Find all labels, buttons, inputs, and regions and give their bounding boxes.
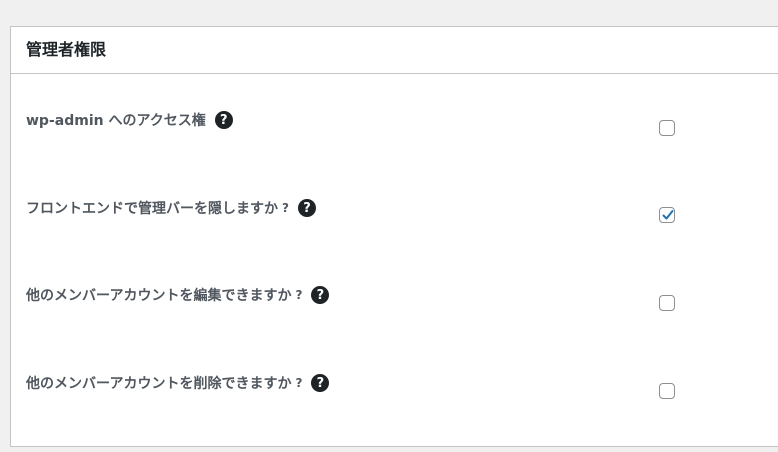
help-icon[interactable]: ? [297, 199, 316, 217]
delete-members-checkbox[interactable] [659, 383, 675, 399]
permission-row-wp-admin-access: wp-admin へのアクセス権 ? [11, 109, 778, 169]
question-mark: ? [295, 376, 303, 390]
hide-admin-bar-checkbox[interactable] [659, 207, 675, 223]
permission-label-group: 他のメンバーアカウントを編集できますか ? ? [26, 284, 330, 306]
checkmark-icon [662, 210, 674, 220]
help-icon[interactable]: ? [214, 111, 233, 129]
panel-header: 管理者権限 [11, 27, 778, 74]
permission-row-hide-admin-bar: フロントエンドで管理バーを隠しますか ? ? [11, 197, 778, 257]
permission-label-group: wp-admin へのアクセス権 ? [26, 109, 233, 131]
permission-label: フロントエンドで管理バーを隠しますか [26, 201, 278, 217]
permission-row-delete-members: 他のメンバーアカウントを削除できますか ? ? [11, 372, 778, 432]
question-mark: ? [295, 288, 303, 302]
permission-label: 他のメンバーアカウントを編集できますか [26, 288, 292, 304]
permission-label: wp-admin へのアクセス権 [26, 113, 206, 129]
wp-admin-access-checkbox[interactable] [659, 120, 675, 136]
permission-row-edit-members: 他のメンバーアカウントを編集できますか ? ? [11, 284, 778, 344]
help-icon[interactable]: ? [311, 374, 330, 392]
permission-label-group: フロントエンドで管理バーを隠しますか ? ? [26, 197, 316, 219]
permission-label: 他のメンバーアカウントを削除できますか [26, 376, 292, 392]
edit-members-checkbox[interactable] [659, 295, 675, 311]
permission-label-group: 他のメンバーアカウントを削除できますか ? ? [26, 372, 330, 394]
panel-title: 管理者権限 [26, 40, 107, 59]
question-mark: ? [282, 201, 289, 215]
help-icon[interactable]: ? [311, 286, 330, 304]
admin-permissions-panel: 管理者権限 wp-admin へのアクセス権 ? フロントエンドで管理バーを隠し… [10, 26, 778, 447]
